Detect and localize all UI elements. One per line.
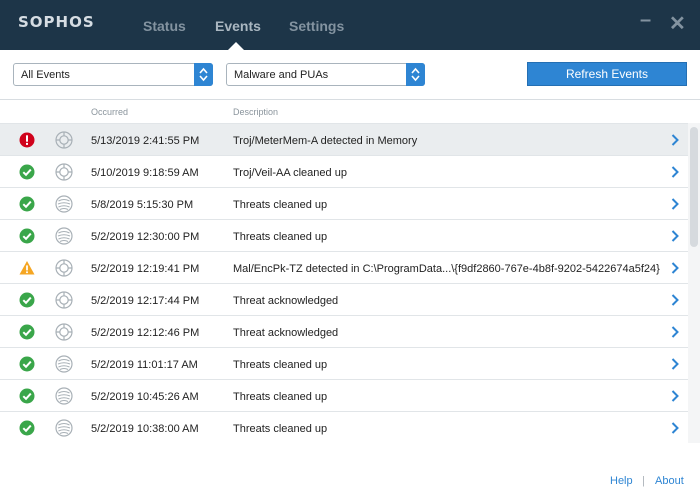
table-row[interactable]: 5/2/2019 11:01:17 AM Threats cleaned up: [0, 347, 688, 379]
event-description: Threats cleaned up: [233, 391, 328, 403]
table-row[interactable]: 5/2/2019 10:38:00 AM Threats cleaned up: [0, 411, 688, 443]
check-icon: [19, 356, 35, 372]
event-occurred: 5/2/2019 11:01:17 AM: [91, 359, 198, 371]
event-occurred: 5/2/2019 12:19:41 PM: [91, 263, 200, 275]
chevron-right-icon[interactable]: [670, 325, 680, 339]
event-filter-value: All Events: [21, 69, 70, 81]
event-filter-select[interactable]: All Events: [13, 63, 213, 86]
event-description: Mal/EncPk-TZ detected in C:\ProgramData.…: [233, 263, 660, 275]
event-occurred: 5/2/2019 10:45:26 AM: [91, 391, 199, 403]
target-icon: [55, 163, 73, 181]
tab-settings[interactable]: Settings: [289, 18, 344, 34]
event-occurred: 5/13/2019 2:41:55 PM: [91, 135, 200, 147]
type-filter-value: Malware and PUAs: [234, 69, 329, 81]
close-button[interactable]: ✕: [669, 14, 686, 34]
table-row[interactable]: 5/10/2019 9:18:59 AM Troj/Veil-AA cleaned…: [0, 155, 688, 187]
check-icon: [19, 420, 35, 436]
table-row[interactable]: 5/8/2019 5:15:30 PM Threats cleaned up: [0, 187, 688, 219]
event-occurred: 5/10/2019 9:18:59 AM: [91, 167, 199, 179]
event-description: Threats cleaned up: [233, 359, 328, 371]
event-description: Threat acknowledged: [233, 327, 339, 339]
globe-icon: [55, 227, 73, 245]
chevron-right-icon[interactable]: [670, 165, 680, 179]
updown-arrow-icon: [194, 63, 213, 86]
table-row[interactable]: 5/2/2019 10:45:26 AM Threats cleaned up: [0, 379, 688, 411]
type-filter-select[interactable]: Malware and PUAs: [226, 63, 425, 86]
tab-events[interactable]: Events: [215, 18, 261, 34]
event-description: Troj/MeterMem-A detected in Memory: [233, 135, 418, 147]
table-row[interactable]: 5/2/2019 12:17:44 PM Threat acknowledged: [0, 283, 688, 315]
title-bar: SOPHOS Status Events Settings – ✕: [0, 0, 700, 50]
minimize-button[interactable]: –: [640, 10, 651, 30]
footer: Help | About: [0, 450, 700, 500]
globe-icon: [55, 419, 73, 437]
error-icon: [19, 132, 35, 148]
check-icon: [19, 196, 35, 212]
check-icon: [19, 228, 35, 244]
help-link[interactable]: Help: [610, 475, 633, 487]
globe-icon: [55, 387, 73, 405]
event-occurred: 5/2/2019 12:12:46 PM: [91, 327, 200, 339]
chevron-right-icon[interactable]: [670, 357, 680, 371]
event-description: Threats cleaned up: [233, 199, 328, 211]
chevron-right-icon[interactable]: [670, 421, 680, 435]
chevron-right-icon[interactable]: [670, 261, 680, 275]
column-header: Occurred Description: [0, 99, 700, 123]
chevron-right-icon[interactable]: [670, 389, 680, 403]
event-description: Threats cleaned up: [233, 423, 328, 435]
event-occurred: 5/2/2019 10:38:00 AM: [91, 423, 199, 435]
chevron-right-icon[interactable]: [670, 133, 680, 147]
target-icon: [55, 323, 73, 341]
sophos-logo: SOPHOS: [18, 13, 95, 31]
chevron-right-icon[interactable]: [670, 293, 680, 307]
active-tab-caret: [228, 42, 244, 50]
column-description[interactable]: Description: [233, 107, 278, 117]
table-row[interactable]: 5/2/2019 12:30:00 PM Threats cleaned up: [0, 219, 688, 251]
event-description: Troj/Veil-AA cleaned up: [233, 167, 347, 179]
check-icon: [19, 292, 35, 308]
events-list: 5/13/2019 2:41:55 PM Troj/MeterMem-A dete…: [0, 123, 688, 443]
event-description: Threats cleaned up: [233, 231, 328, 243]
table-row[interactable]: 5/13/2019 2:41:55 PM Troj/MeterMem-A dete…: [0, 123, 688, 155]
table-row[interactable]: 5/2/2019 12:12:46 PM Threat acknowledged: [0, 315, 688, 347]
footer-separator: |: [642, 475, 645, 487]
event-occurred: 5/2/2019 12:30:00 PM: [91, 231, 200, 243]
target-icon: [55, 259, 73, 277]
scrollbar[interactable]: [688, 123, 700, 443]
check-icon: [19, 388, 35, 404]
toolbar: All Events Malware and PUAs Refresh Even…: [0, 50, 700, 98]
updown-arrow-icon: [406, 63, 425, 86]
table-row[interactable]: 5/2/2019 12:19:41 PM Mal/EncPk-TZ detecte…: [0, 251, 688, 283]
about-link[interactable]: About: [655, 475, 684, 487]
globe-icon: [55, 355, 73, 373]
scrollbar-thumb[interactable]: [690, 127, 698, 247]
chevron-right-icon[interactable]: [670, 197, 680, 211]
column-occurred[interactable]: Occurred: [91, 107, 128, 117]
tab-status[interactable]: Status: [143, 18, 186, 34]
warning-icon: [19, 260, 35, 276]
chevron-right-icon[interactable]: [670, 229, 680, 243]
check-icon: [19, 164, 35, 180]
event-occurred: 5/8/2019 5:15:30 PM: [91, 199, 194, 211]
event-description: Threat acknowledged: [233, 295, 339, 307]
target-icon: [55, 291, 73, 309]
event-occurred: 5/2/2019 12:17:44 PM: [91, 295, 200, 307]
globe-icon: [55, 195, 73, 213]
target-icon: [55, 131, 73, 149]
check-icon: [19, 324, 35, 340]
refresh-events-button[interactable]: Refresh Events: [527, 62, 687, 86]
